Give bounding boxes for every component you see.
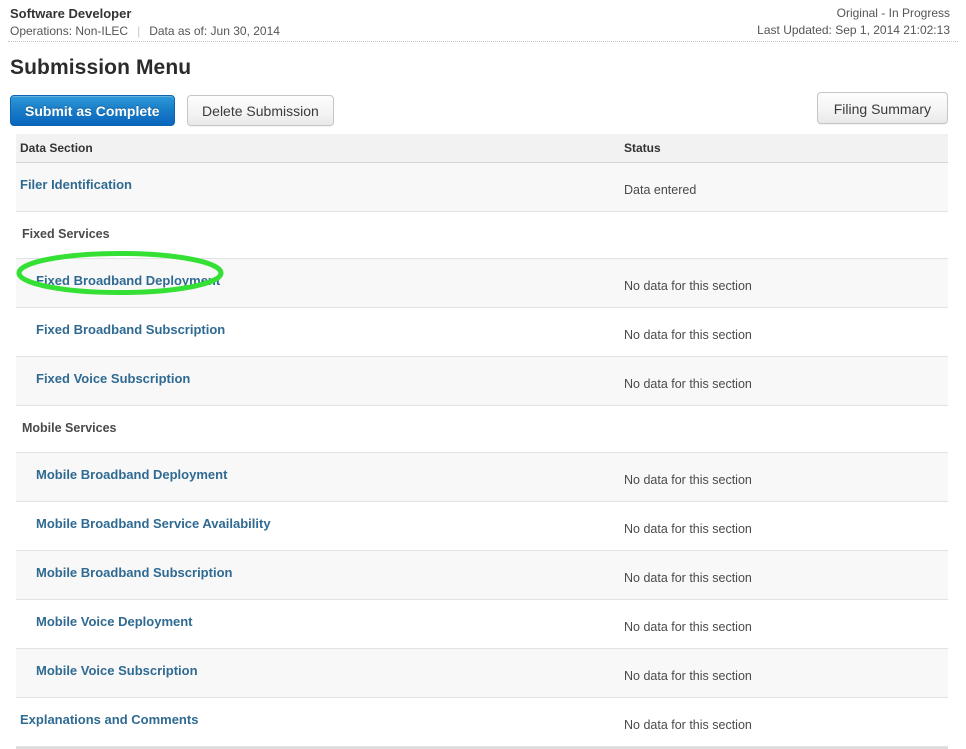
filing-summary-button[interactable]: Filing Summary bbox=[816, 92, 948, 124]
section-link-mobile-broadband-subscription[interactable]: Mobile Broadband Subscription bbox=[36, 565, 232, 580]
table-row: Fixed Broadband Deployment No data for th… bbox=[16, 258, 948, 308]
submission-table: Data Section Status Filer Identification… bbox=[16, 134, 948, 747]
last-updated: Last Updated: Sep 1, 2014 21:02:13 bbox=[757, 23, 950, 37]
section-link-mobile-broadband-deployment[interactable]: Mobile Broadband Deployment bbox=[36, 467, 227, 482]
cell-data-section: Mobile Broadband Deployment bbox=[16, 452, 618, 502]
submit-as-complete-button[interactable]: Submit as Complete bbox=[10, 95, 175, 126]
section-link-fixed-voice-subscription[interactable]: Fixed Voice Subscription bbox=[36, 371, 190, 386]
data-as-of: Data as of: Jun 30, 2014 bbox=[149, 24, 280, 38]
page-meta-header: Software Developer Operations: Non-ILEC |… bbox=[0, 0, 966, 42]
section-link-mobile-broadband-service-availability[interactable]: Mobile Broadband Service Availability bbox=[36, 516, 271, 531]
status-text: No data for this section bbox=[624, 620, 752, 634]
cell-status: No data for this section bbox=[618, 501, 948, 551]
cell-data-section: Mobile Voice Deployment bbox=[16, 599, 618, 649]
column-header-status: Status bbox=[618, 134, 948, 163]
section-link-wrapper: Mobile Voice Deployment bbox=[16, 600, 618, 648]
operations-value: Operations: Non-ILEC bbox=[10, 24, 129, 38]
table-group-row: Mobile Services bbox=[16, 405, 948, 453]
column-header-data-section: Data Section bbox=[16, 134, 618, 163]
section-link-wrapper: Filer Identification bbox=[16, 163, 618, 211]
filing-status: Original - In Progress bbox=[836, 6, 950, 20]
page-title: Submission Menu bbox=[10, 56, 192, 79]
table-row: Explanations and Comments No data for thi… bbox=[16, 697, 948, 747]
cell-data-section: Explanations and Comments bbox=[16, 697, 618, 747]
cell-status: No data for this section bbox=[618, 648, 948, 698]
section-link-wrapper: Mobile Broadband Subscription bbox=[16, 551, 618, 599]
table-row: Filer Identification Data entered bbox=[16, 162, 948, 212]
section-link-wrapper: Mobile Broadband Deployment bbox=[16, 453, 618, 501]
section-link-wrapper: Mobile Broadband Service Availability bbox=[16, 502, 618, 550]
status-text: No data for this section bbox=[624, 571, 752, 585]
cell-data-section: Fixed Voice Subscription bbox=[16, 356, 618, 406]
table-row: Fixed Broadband Subscription No data for … bbox=[16, 307, 948, 357]
status-text: No data for this section bbox=[624, 473, 752, 487]
filer-name: Software Developer bbox=[10, 6, 132, 21]
cell-data-section: Mobile Broadband Service Availability bbox=[16, 501, 618, 551]
action-toolbar: Submit as Complete Delete Submission Fil… bbox=[0, 80, 966, 126]
section-group-label: Fixed Services bbox=[22, 227, 110, 241]
cell-status: No data for this section bbox=[618, 356, 948, 406]
table-row: Mobile Broadband Deployment No data for t… bbox=[16, 452, 948, 502]
cell-data-section: Fixed Services bbox=[16, 211, 618, 259]
cell-status: No data for this section bbox=[618, 550, 948, 600]
table-row: Mobile Voice Subscription No data for thi… bbox=[16, 648, 948, 698]
section-link-wrapper: Mobile Voice Subscription bbox=[16, 649, 618, 697]
section-link-fixed-broadband-deployment[interactable]: Fixed Broadband Deployment bbox=[36, 273, 220, 288]
status-text: No data for this section bbox=[624, 669, 752, 683]
delete-submission-button[interactable]: Delete Submission bbox=[187, 95, 334, 126]
status-text: No data for this section bbox=[624, 328, 752, 342]
section-group-label: Mobile Services bbox=[22, 421, 117, 435]
table-body: Filer Identification Data entered Fixed Se… bbox=[16, 162, 948, 747]
cell-status bbox=[618, 405, 948, 453]
section-link-wrapper: Fixed Broadband Deployment bbox=[16, 259, 618, 307]
cell-status: No data for this section bbox=[618, 452, 948, 502]
cell-data-section: Fixed Broadband Deployment bbox=[16, 258, 618, 308]
cell-data-section: Fixed Broadband Subscription bbox=[16, 307, 618, 357]
section-link-wrapper: Fixed Broadband Subscription bbox=[16, 308, 618, 356]
section-link-fixed-broadband-subscription[interactable]: Fixed Broadband Subscription bbox=[36, 322, 225, 337]
cell-status: No data for this section bbox=[618, 697, 948, 747]
table-row: Mobile Broadband Service Availability No … bbox=[16, 501, 948, 551]
meta-separator: | bbox=[137, 24, 141, 38]
cell-status: No data for this section bbox=[618, 599, 948, 649]
cell-status: No data for this section bbox=[618, 307, 948, 357]
section-link-filer-identification[interactable]: Filer Identification bbox=[20, 177, 132, 192]
table-row: Fixed Voice Subscription No data for this… bbox=[16, 356, 948, 406]
cell-data-section: Mobile Voice Subscription bbox=[16, 648, 618, 698]
status-text: No data for this section bbox=[624, 718, 752, 732]
status-text: No data for this section bbox=[624, 279, 752, 293]
header-divider bbox=[8, 41, 958, 42]
table-row: Mobile Voice Deployment No data for this … bbox=[16, 599, 948, 649]
table-header-row: Data Section Status bbox=[16, 134, 948, 163]
table-row: Mobile Broadband Subscription No data for… bbox=[16, 550, 948, 600]
status-text: No data for this section bbox=[624, 377, 752, 391]
status-text: Data entered bbox=[624, 183, 697, 197]
table-head: Data Section Status bbox=[16, 134, 948, 163]
filer-meta-line: Operations: Non-ILEC | Data as of: Jun 30,… bbox=[10, 24, 280, 38]
section-link-wrapper: Fixed Voice Subscription bbox=[16, 357, 618, 405]
submission-table-wrapper: Data Section Status Filer Identification… bbox=[0, 134, 966, 749]
section-link-wrapper: Explanations and Comments bbox=[16, 698, 618, 746]
table-group-row: Fixed Services bbox=[16, 211, 948, 259]
section-link-explanations-and-comments[interactable]: Explanations and Comments bbox=[20, 712, 198, 727]
cell-data-section: Filer Identification bbox=[16, 162, 618, 212]
cell-status: Data entered bbox=[618, 162, 948, 212]
cell-status bbox=[618, 211, 948, 259]
cell-data-section: Mobile Broadband Subscription bbox=[16, 550, 618, 600]
section-link-mobile-voice-deployment[interactable]: Mobile Voice Deployment bbox=[36, 614, 193, 629]
section-link-mobile-voice-subscription[interactable]: Mobile Voice Subscription bbox=[36, 663, 198, 678]
filing-status-block: Original - In Progress Last Updated: Sep… bbox=[757, 6, 950, 38]
cell-data-section: Mobile Services bbox=[16, 405, 618, 453]
filer-info-block: Software Developer Operations: Non-ILEC |… bbox=[10, 6, 280, 38]
cell-status: No data for this section bbox=[618, 258, 948, 308]
status-text: No data for this section bbox=[624, 522, 752, 536]
